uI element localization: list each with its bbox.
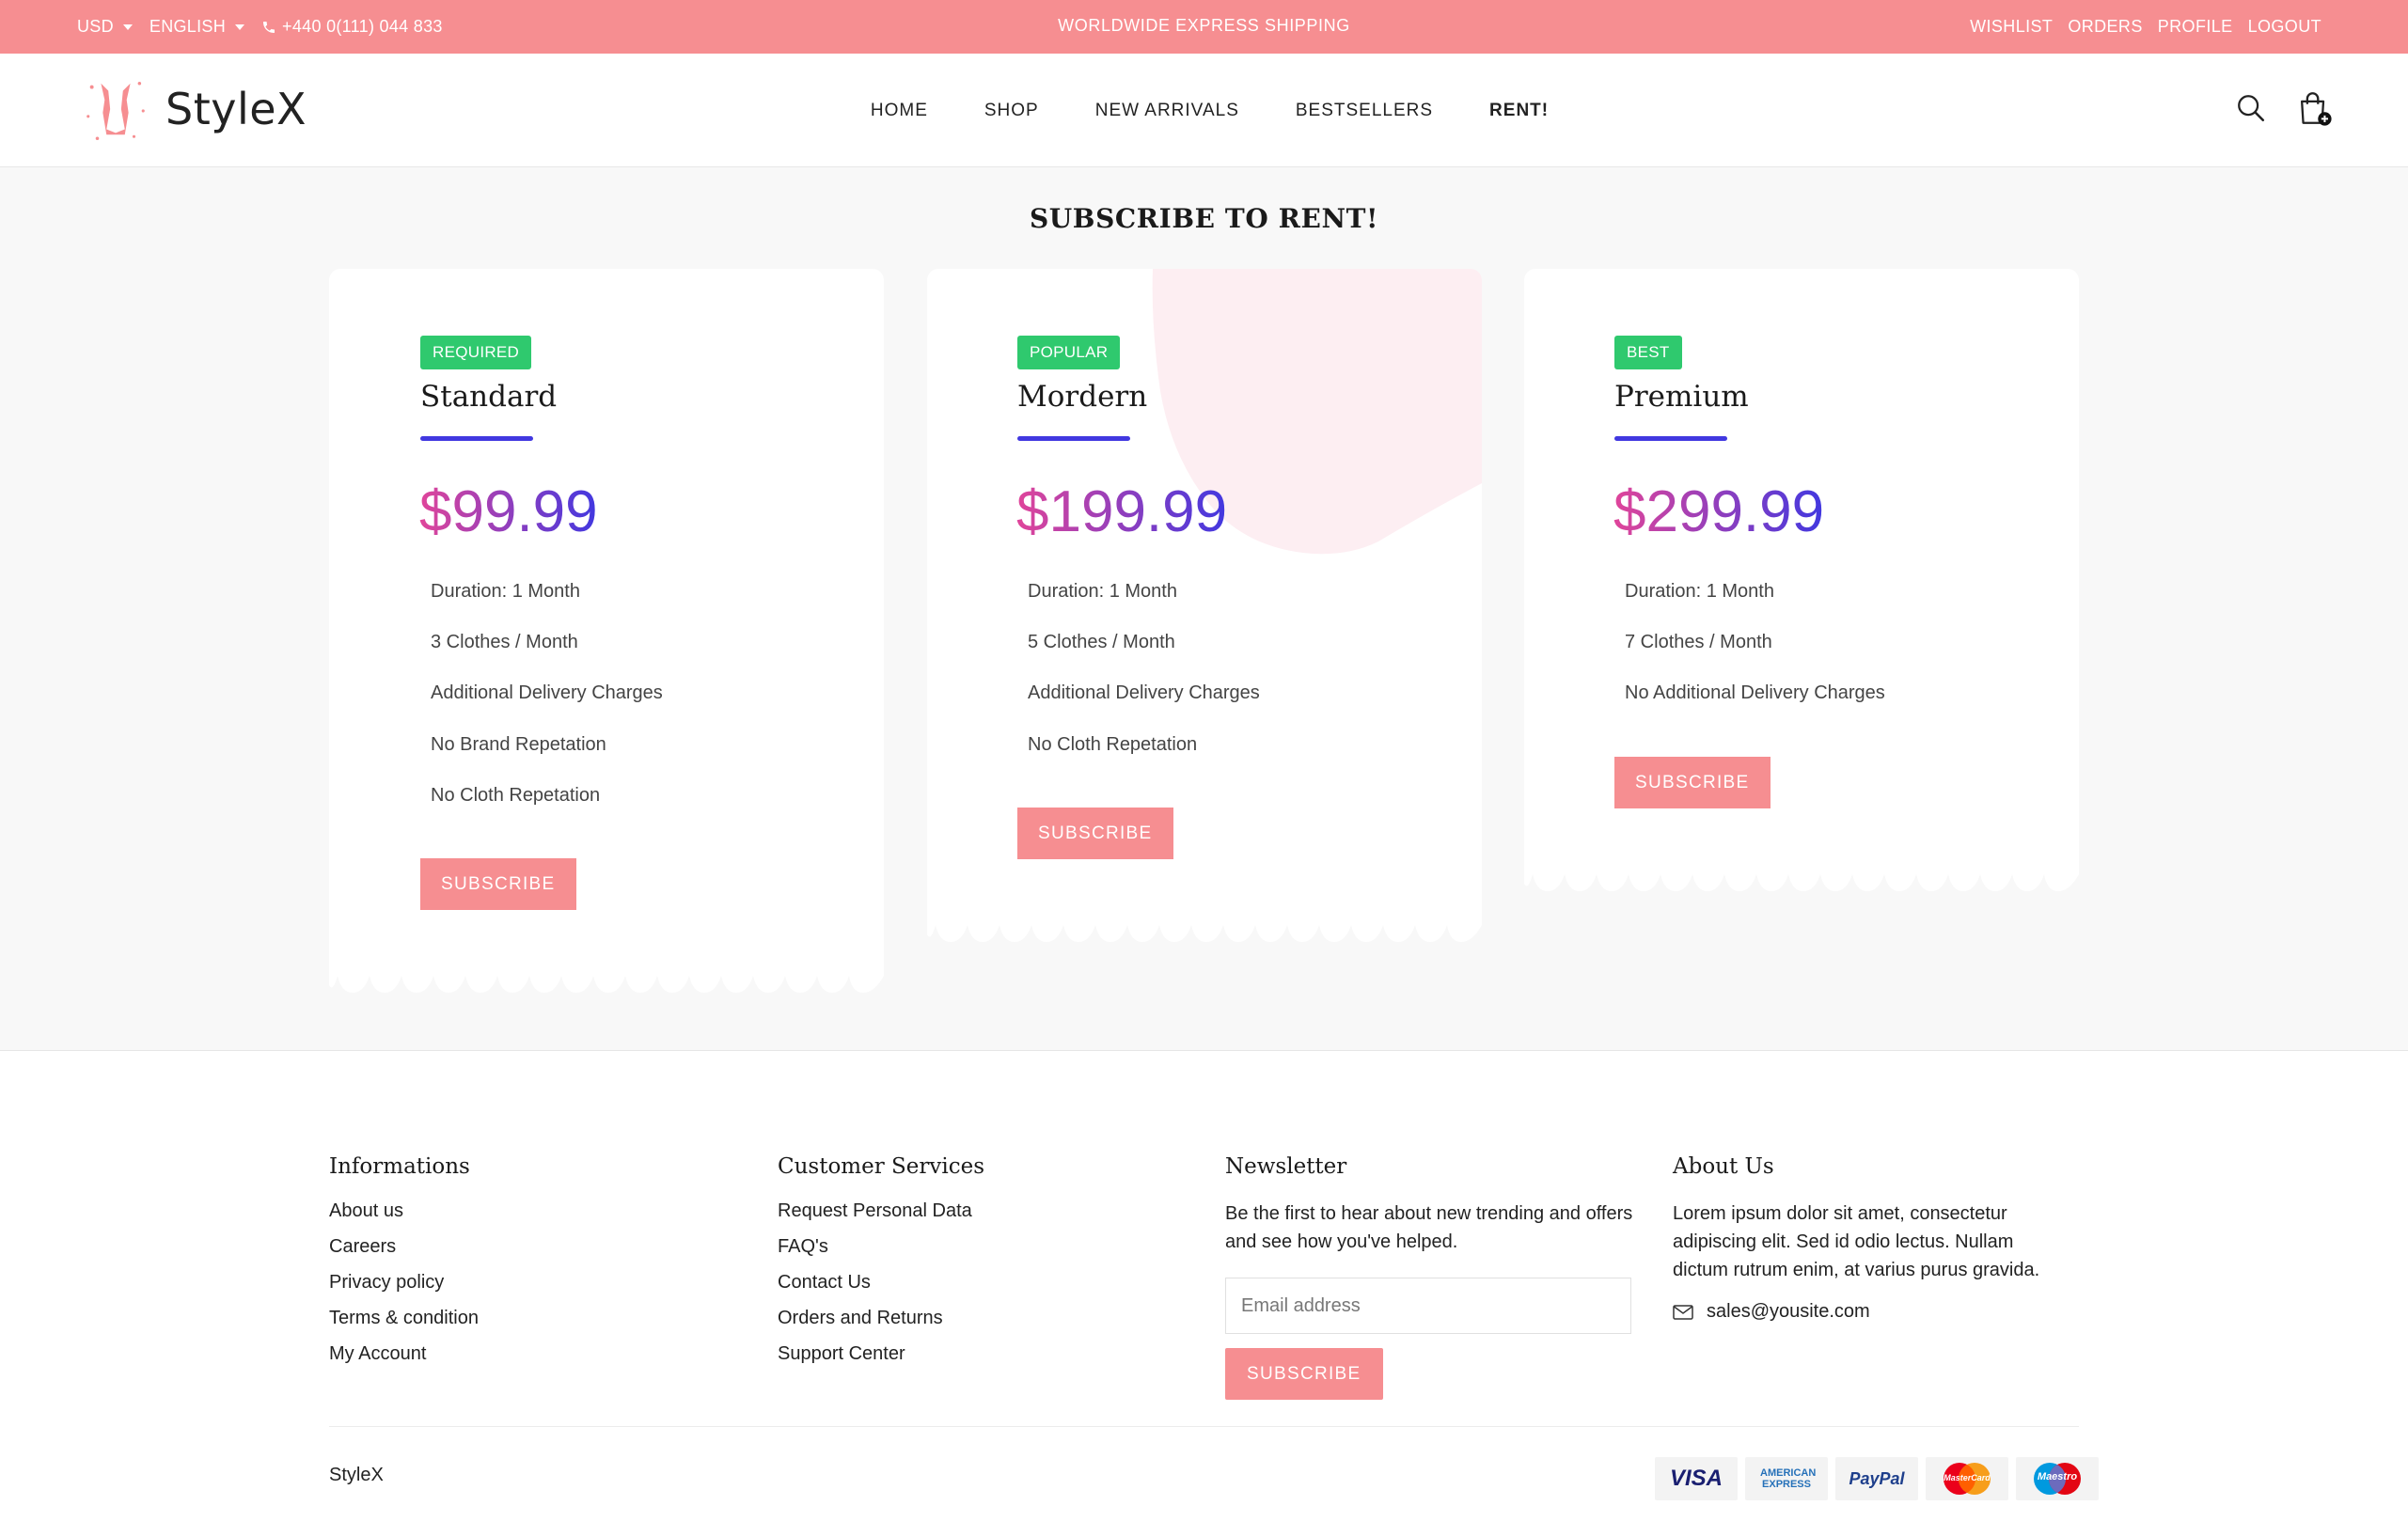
- plan-price: $299.99: [1613, 479, 1824, 544]
- footer-divider: [329, 1426, 2079, 1427]
- plan-feature: No Additional Delivery Charges: [1625, 682, 1885, 703]
- pricing-title: SUBSCRIBE TO RENT!: [1029, 203, 1379, 234]
- plan-card-standard: REQUIRED Standard $99.99 Duration: 1 Mon…: [329, 269, 884, 993]
- wishlist-link[interactable]: WISHLIST: [1970, 17, 2053, 37]
- footer-informations: Informations About us Careers Privacy po…: [329, 1154, 479, 1378]
- mastercard-label: MasterCard: [1944, 1473, 1991, 1482]
- logout-link[interactable]: LOGOUT: [2248, 17, 2321, 37]
- cart-icon[interactable]: [2295, 89, 2333, 127]
- account-links: WISHLIST ORDERS PROFILE LOGOUT: [1970, 0, 2321, 54]
- plan-name: Standard: [420, 380, 558, 414]
- plan-feature: Duration: 1 Month: [1625, 581, 1774, 602]
- copyright-text: StyleX: [329, 1465, 384, 1485]
- nav-new-arrivals[interactable]: NEW ARRIVALS: [1095, 101, 1239, 121]
- scallop-edge: [927, 914, 1482, 942]
- newsletter-subscribe-button[interactable]: SUBSCRIBE: [1225, 1348, 1383, 1400]
- footer-heading: About Us: [1673, 1154, 1774, 1179]
- nav-home[interactable]: HOME: [871, 101, 928, 121]
- footer-newsletter: Newsletter Be the first to hear about ne…: [1225, 1154, 1639, 1256]
- promo-text: WORLDWIDE EXPRESS SHIPPING: [1058, 15, 1350, 35]
- footer-link-personal-data[interactable]: Request Personal Data: [778, 1200, 984, 1222]
- footer-about: About Us Lorem ipsum dolor sit amet, con…: [1673, 1154, 2068, 1323]
- footer-link-orders-returns[interactable]: Orders and Returns: [778, 1307, 984, 1329]
- plan-price: $199.99: [1016, 479, 1227, 544]
- footer-heading: Newsletter: [1225, 1154, 1347, 1179]
- subscribe-button[interactable]: SUBSCRIBE: [1614, 757, 1771, 808]
- plan-feature: 3 Clothes / Month: [431, 632, 578, 652]
- subscribe-button[interactable]: SUBSCRIBE: [1017, 808, 1173, 859]
- maestro-label: Maestro: [2037, 1471, 2078, 1482]
- top-bar: USD ENGLISH +440 0(111) 044 833 WORLDWID…: [0, 0, 2408, 54]
- plan-feature: 5 Clothes / Month: [1028, 632, 1175, 652]
- svg-text:$299.99: $299.99: [1613, 479, 1824, 544]
- nav-shop[interactable]: SHOP: [984, 101, 1039, 121]
- footer-link-support[interactable]: Support Center: [778, 1342, 984, 1365]
- plan-feature: 7 Clothes / Month: [1625, 632, 1772, 652]
- subscribe-button[interactable]: SUBSCRIBE: [420, 858, 576, 910]
- footer-customer-services: Customer Services Request Personal Data …: [778, 1154, 984, 1378]
- footer-heading: Customer Services: [778, 1154, 985, 1179]
- footer-link-about[interactable]: About us: [329, 1200, 479, 1222]
- scallop-edge: [1524, 863, 2079, 891]
- plan-price: $99.99: [419, 479, 598, 544]
- newsletter-text: Be the first to hear about new trending …: [1225, 1203, 1633, 1252]
- nav-bestsellers[interactable]: BESTSELLERS: [1296, 101, 1433, 121]
- plan-feature: Additional Delivery Charges: [431, 682, 663, 703]
- search-icon[interactable]: [2235, 92, 2267, 124]
- plan-feature: Duration: 1 Month: [431, 581, 580, 602]
- maestro-icon: Maestro: [2016, 1457, 2099, 1500]
- about-email[interactable]: sales@yousite.com: [1673, 1301, 2068, 1323]
- plan-badge: POPULAR: [1017, 336, 1121, 369]
- plan-name: Mordern: [1017, 380, 1148, 414]
- svg-text:$199.99: $199.99: [1016, 479, 1227, 544]
- plan-badge: BEST: [1614, 336, 1682, 369]
- main-nav: HOME SHOP NEW ARRIVALS BESTSELLERS RENT!: [0, 54, 2408, 167]
- plan-feature: No Brand Repetation: [431, 734, 606, 755]
- visa-icon: VISA: [1655, 1457, 1738, 1500]
- about-text: Lorem ipsum dolor sit amet, consectetur …: [1673, 1203, 2040, 1280]
- svg-text:$99.99: $99.99: [419, 479, 598, 544]
- amex-label: AMERICAN EXPRESS: [1760, 1467, 1817, 1490]
- email-text: sales@yousite.com: [1707, 1301, 1870, 1322]
- visa-label: VISA: [1669, 1466, 1723, 1491]
- footer-link-careers[interactable]: Careers: [329, 1235, 479, 1258]
- footer-link-faq[interactable]: FAQ's: [778, 1235, 984, 1258]
- profile-link[interactable]: PROFILE: [2158, 17, 2233, 37]
- header-icons: [2235, 89, 2333, 127]
- newsletter-email-input[interactable]: [1225, 1278, 1631, 1334]
- plan-badge: REQUIRED: [420, 336, 532, 369]
- payment-methods: VISA AMERICAN EXPRESS PayPal MasterCard …: [1655, 1457, 2099, 1500]
- paypal-label: PayPal: [1849, 1468, 1905, 1488]
- orders-link[interactable]: ORDERS: [2068, 17, 2142, 37]
- envelope-icon: [1673, 1304, 1693, 1320]
- footer-link-terms[interactable]: Terms & condition: [329, 1307, 479, 1329]
- plan-feature: No Cloth Repetation: [1028, 734, 1198, 755]
- mastercard-icon: MasterCard: [1926, 1457, 2008, 1500]
- plan-feature: No Cloth Repetation: [431, 785, 601, 806]
- amex-icon: AMERICAN EXPRESS: [1745, 1457, 1828, 1500]
- plan-card-premium: BEST Premium $299.99 Duration: 1 Month 7…: [1524, 269, 2079, 891]
- scallop-edge: [329, 965, 884, 993]
- footer-link-contact[interactable]: Contact Us: [778, 1271, 984, 1294]
- plan-feature: Additional Delivery Charges: [1028, 682, 1260, 703]
- paypal-icon: PayPal: [1835, 1457, 1918, 1500]
- plan-underline: [420, 436, 533, 441]
- footer-link-account[interactable]: My Account: [329, 1342, 479, 1365]
- main-header: StyleX HOME SHOP NEW ARRIVALS BESTSELLER…: [0, 54, 2408, 167]
- plan-underline: [1614, 436, 1727, 441]
- nav-rent[interactable]: RENT!: [1489, 101, 1549, 121]
- footer-link-privacy[interactable]: Privacy policy: [329, 1271, 479, 1294]
- footer-heading: Informations: [329, 1154, 470, 1179]
- plan-feature: Duration: 1 Month: [1028, 581, 1177, 602]
- plan-underline: [1017, 436, 1130, 441]
- plan-card-modern: POPULAR Mordern $199.99 Duration: 1 Mont…: [927, 269, 1482, 914]
- plan-name: Premium: [1614, 380, 1749, 414]
